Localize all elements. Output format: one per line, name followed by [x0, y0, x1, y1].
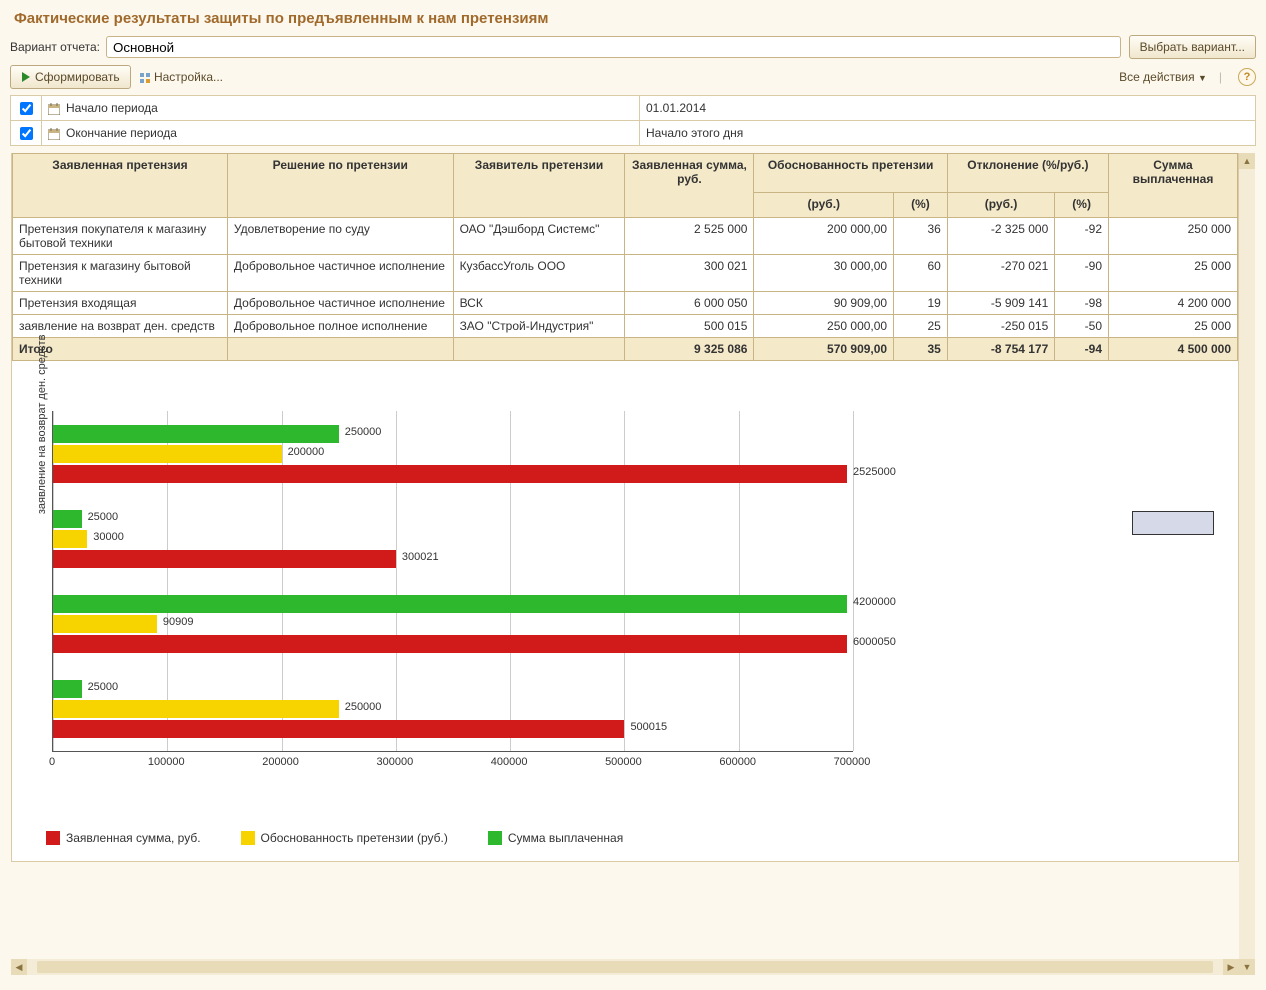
chart-bar-label: 250000 [339, 701, 382, 713]
param-start-label: Начало периода [66, 101, 158, 115]
legend-swatch-red [46, 831, 60, 845]
param-start-checkbox[interactable] [20, 102, 33, 115]
th-claim: Заявленная претензия [13, 154, 228, 218]
chart-bar: 2525000 [53, 465, 847, 483]
th-applicant: Заявитель претензии [453, 154, 625, 218]
legend-swatch-green [488, 831, 502, 845]
chart-bar-label: 500015 [624, 721, 667, 733]
parameters-table: Начало периода 01.01.2014 Окончание пери… [10, 95, 1256, 146]
chart-bar-label: 25000 [82, 681, 119, 693]
settings-icon [139, 72, 151, 84]
all-actions-menu[interactable]: Все действия ▼ [1119, 70, 1207, 84]
chart-bar: 6000050 [53, 635, 847, 653]
scroll-right-icon[interactable]: ▶ [1223, 959, 1239, 975]
calendar-icon [48, 103, 60, 115]
chart-legend-box [1132, 511, 1214, 535]
legend-item-declared: Заявленная сумма, руб. [46, 831, 201, 845]
generate-button[interactable]: Сформировать [10, 65, 131, 89]
table-row: Претензия входящаяДобровольное частичное… [13, 292, 1238, 315]
th-validity-pct: (%) [894, 193, 948, 218]
legend-label: Обоснованность претензии (руб.) [261, 831, 448, 845]
chart-bar-label: 300021 [396, 551, 439, 563]
page-title: Фактические результаты защиты по предъяв… [14, 10, 1256, 27]
chart-bar: 25000 [53, 680, 82, 698]
chart-xtick: 300000 [376, 756, 413, 768]
legend-swatch-yellow [241, 831, 255, 845]
calendar-icon [48, 128, 60, 140]
legend-label: Заявленная сумма, руб. [66, 831, 201, 845]
param-end-checkbox[interactable] [20, 127, 33, 140]
param-end-value[interactable]: Начало этого дня [640, 121, 1256, 146]
chart-bar-label: 90909 [157, 616, 194, 628]
chart-bar: 4200000 [53, 595, 847, 613]
chart-bar: 25000 [53, 510, 82, 528]
chart-bar: 250000 [53, 700, 339, 718]
table-total-row: Итого9 325 086570 909,0035-8 754 177-944… [13, 338, 1238, 361]
table-row: Претензия к магазину бытовой техникиДобр… [13, 255, 1238, 292]
all-actions-label: Все действия [1119, 70, 1194, 84]
scroll-down-icon[interactable]: ▼ [1239, 959, 1255, 975]
table-row: заявление на возврат ден. средствДоброво… [13, 315, 1238, 338]
variant-label: Вариант отчета: [10, 40, 100, 54]
th-deviation: Отклонение (%/руб.) [947, 154, 1108, 193]
param-row-end: Окончание периода Начало этого дня [11, 121, 1256, 146]
chart-xtick: 0 [49, 756, 55, 768]
chart-bar-label: 25000 [82, 511, 119, 523]
variant-input[interactable] [106, 36, 1121, 58]
th-deviation-rub: (руб.) [947, 193, 1054, 218]
chart-bar-label: 4200000 [847, 596, 896, 608]
th-deviation-pct: (%) [1055, 193, 1109, 218]
chart-legend: Заявленная сумма, руб. Обоснованность пр… [46, 831, 1226, 845]
scroll-left-icon[interactable]: ◀ [11, 959, 27, 975]
chart-plot-area: 250000 200000 2525000 25000 30000 300021 42000… [52, 411, 853, 752]
th-amount: Заявленная сумма, руб. [625, 154, 754, 218]
separator: | [1219, 70, 1222, 84]
chart-bar-label: 30000 [87, 531, 124, 543]
settings-button-label: Настройка... [154, 70, 223, 84]
scrollbar-thumb[interactable] [37, 961, 1213, 973]
settings-button[interactable]: Настройка... [139, 70, 223, 84]
param-row-start: Начало периода 01.01.2014 [11, 96, 1256, 121]
chart-bar: 30000 [53, 530, 87, 548]
chart-bar-label: 6000050 [847, 636, 896, 648]
chart-bar-label: 2525000 [847, 466, 896, 478]
report-table: Заявленная претензия Решение по претензи… [12, 153, 1238, 361]
legend-item-validity: Обоснованность претензии (руб.) [241, 831, 448, 845]
help-icon[interactable]: ? [1238, 68, 1256, 86]
chart-bar: 90909 [53, 615, 157, 633]
th-paid: Сумма выплаченная [1109, 154, 1238, 218]
chart-xtick: 400000 [491, 756, 528, 768]
param-end-label: Окончание периода [66, 126, 177, 140]
chart-bar: 500015 [53, 720, 624, 738]
chart: заявление на возврат ден. средств 250000… [24, 381, 1226, 845]
chart-xtick: 600000 [719, 756, 756, 768]
th-decision: Решение по претензии [227, 154, 453, 218]
legend-item-paid: Сумма выплаченная [488, 831, 623, 845]
horizontal-scrollbar[interactable]: ◀ ▶ [11, 959, 1239, 975]
th-validity-rub: (руб.) [754, 193, 894, 218]
scroll-up-icon[interactable]: ▲ [1239, 153, 1255, 169]
param-start-value[interactable]: 01.01.2014 [640, 96, 1256, 121]
chart-bar-label: 200000 [282, 446, 325, 458]
chart-bar: 300021 [53, 550, 396, 568]
chart-ylabel: заявление на возврат ден. средств [36, 335, 48, 515]
chart-xtick: 100000 [148, 756, 185, 768]
chart-bar: 250000 [53, 425, 339, 443]
play-icon [21, 72, 31, 82]
chart-xtick: 200000 [262, 756, 299, 768]
chart-xtick: 700000 [834, 756, 871, 768]
variant-choose-button[interactable]: Выбрать вариант... [1129, 35, 1256, 59]
table-row: Претензия покупателя к магазину бытовой … [13, 218, 1238, 255]
vertical-scrollbar[interactable]: ▲ ▼ [1239, 153, 1255, 975]
chart-bar: 200000 [53, 445, 282, 463]
chart-bar-label: 250000 [339, 426, 382, 438]
th-validity: Обоснованность претензии [754, 154, 947, 193]
generate-button-label: Сформировать [35, 70, 120, 84]
chart-xtick: 500000 [605, 756, 642, 768]
legend-label: Сумма выплаченная [508, 831, 623, 845]
chevron-down-icon: ▼ [1198, 73, 1207, 83]
